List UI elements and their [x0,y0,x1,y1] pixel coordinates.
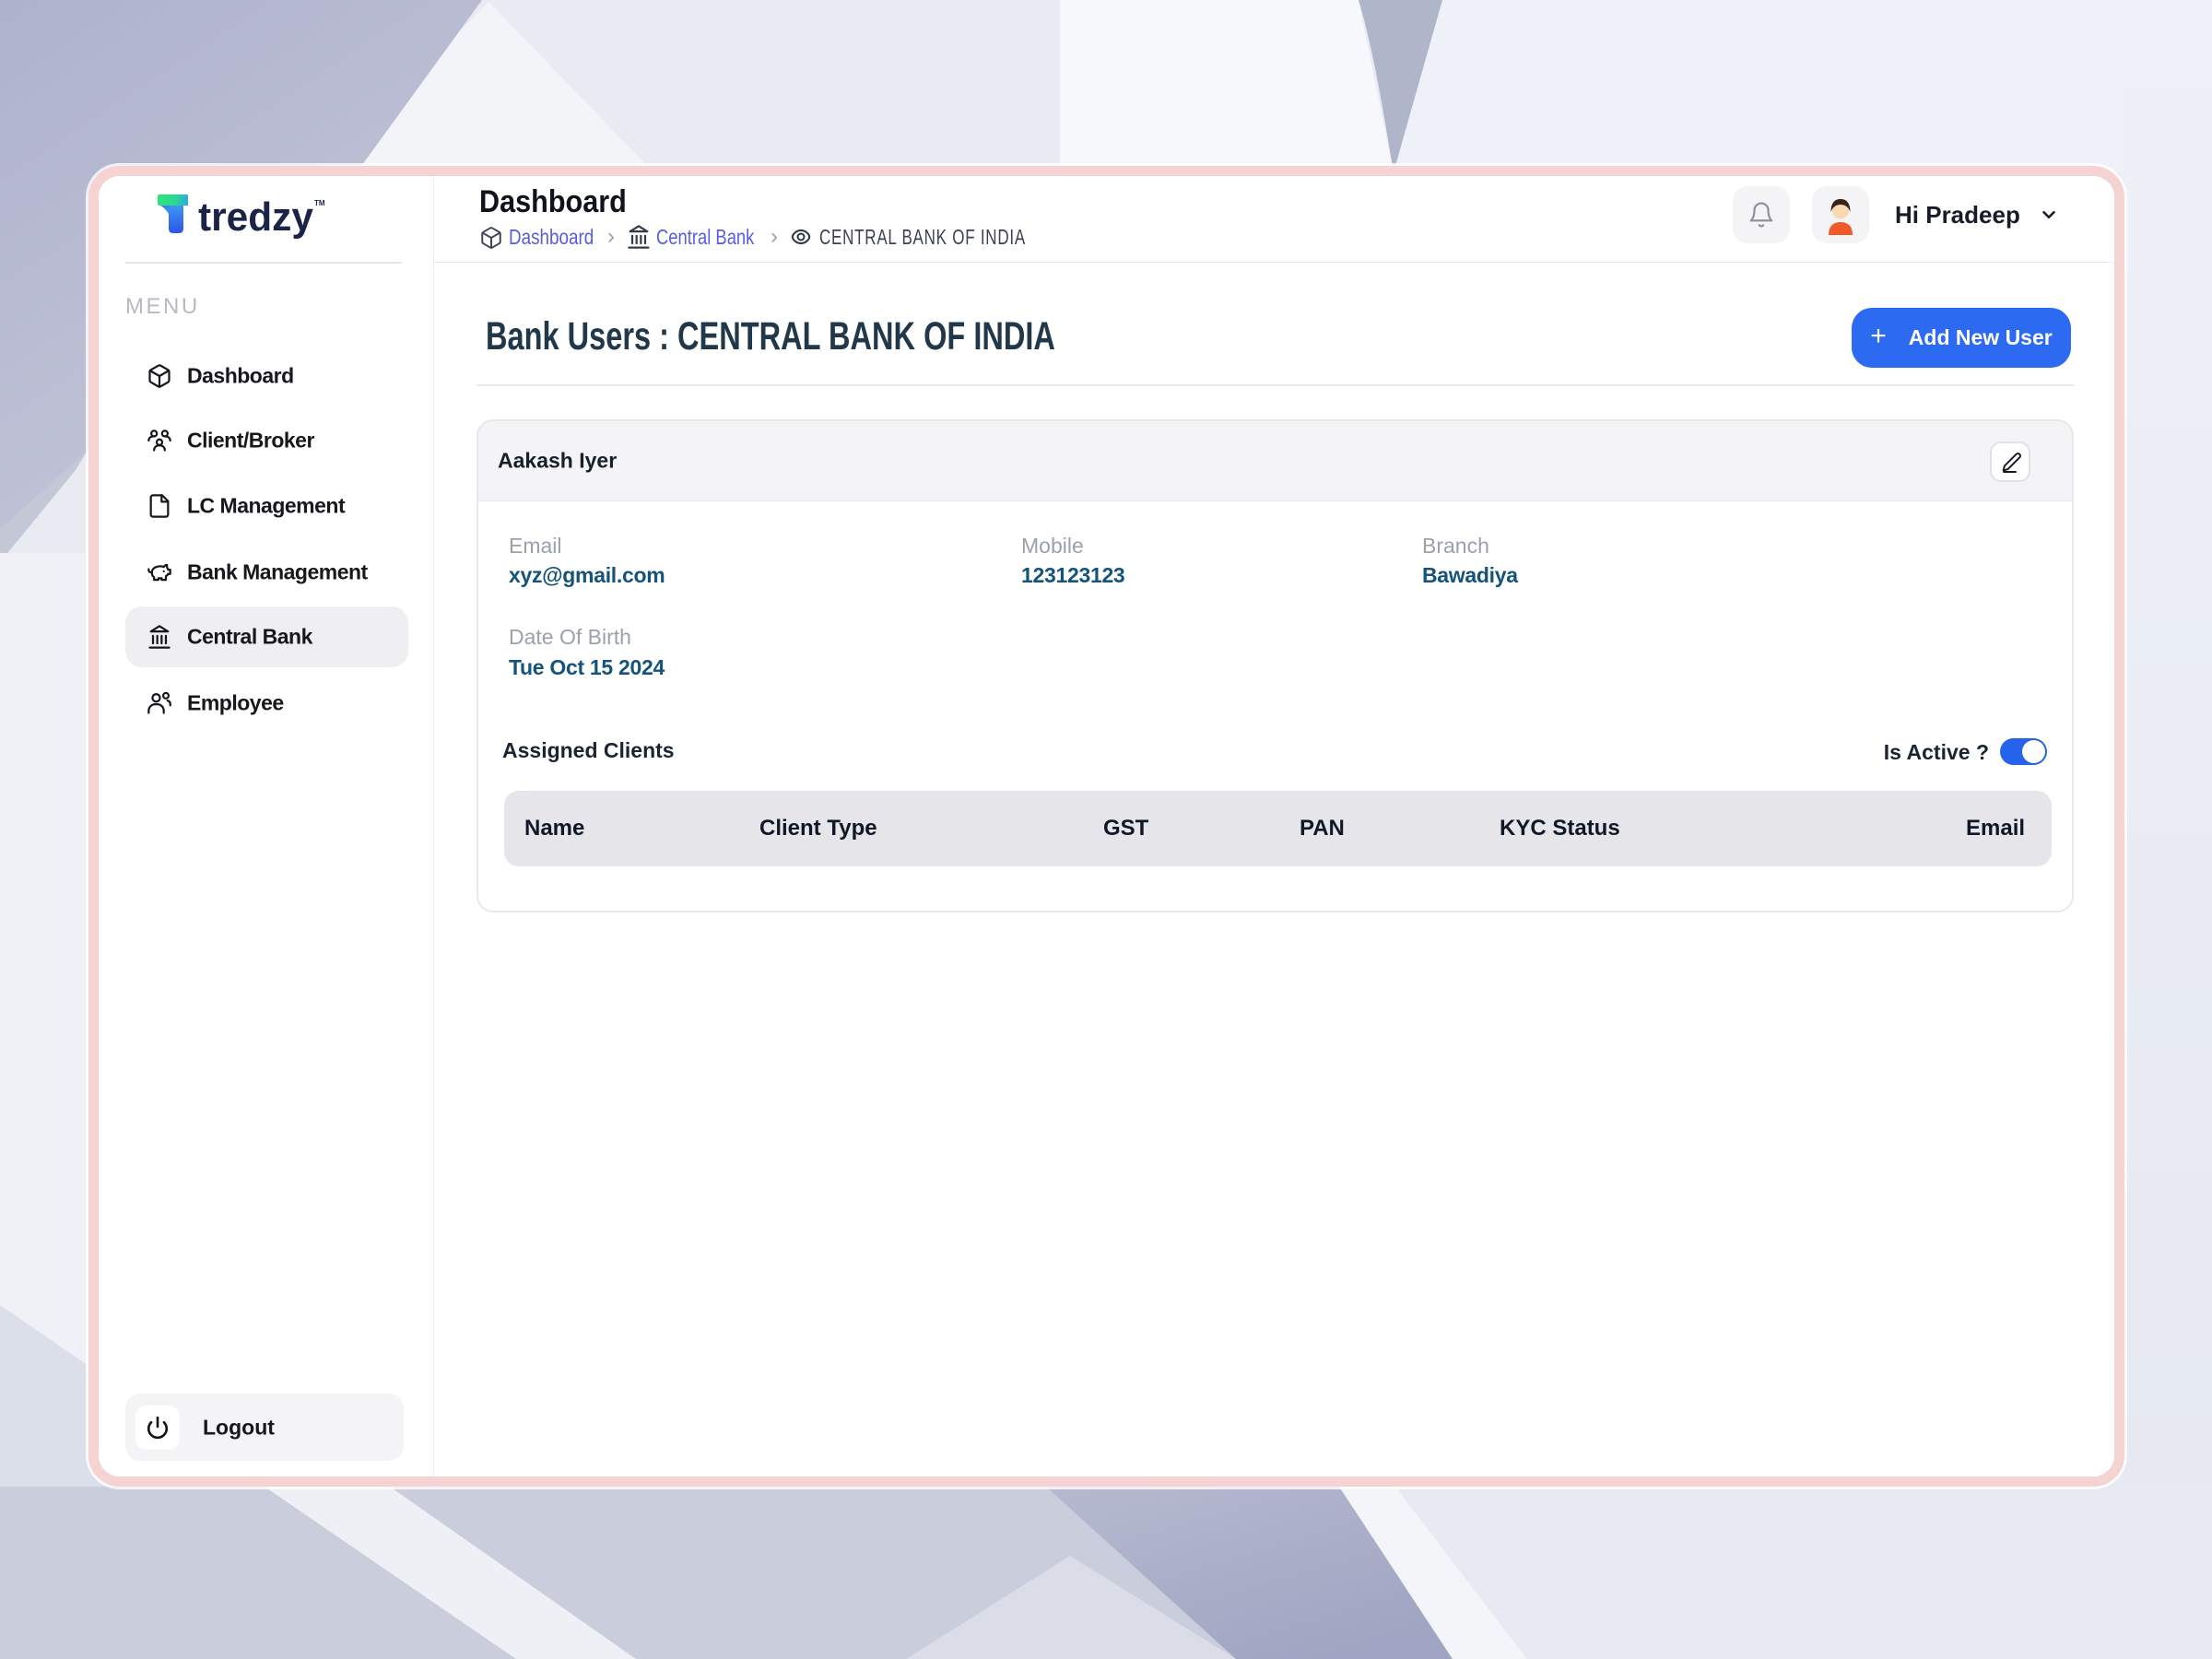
svg-text:tredzy: tredzy [198,194,314,240]
svg-text:TM: TM [314,199,325,207]
